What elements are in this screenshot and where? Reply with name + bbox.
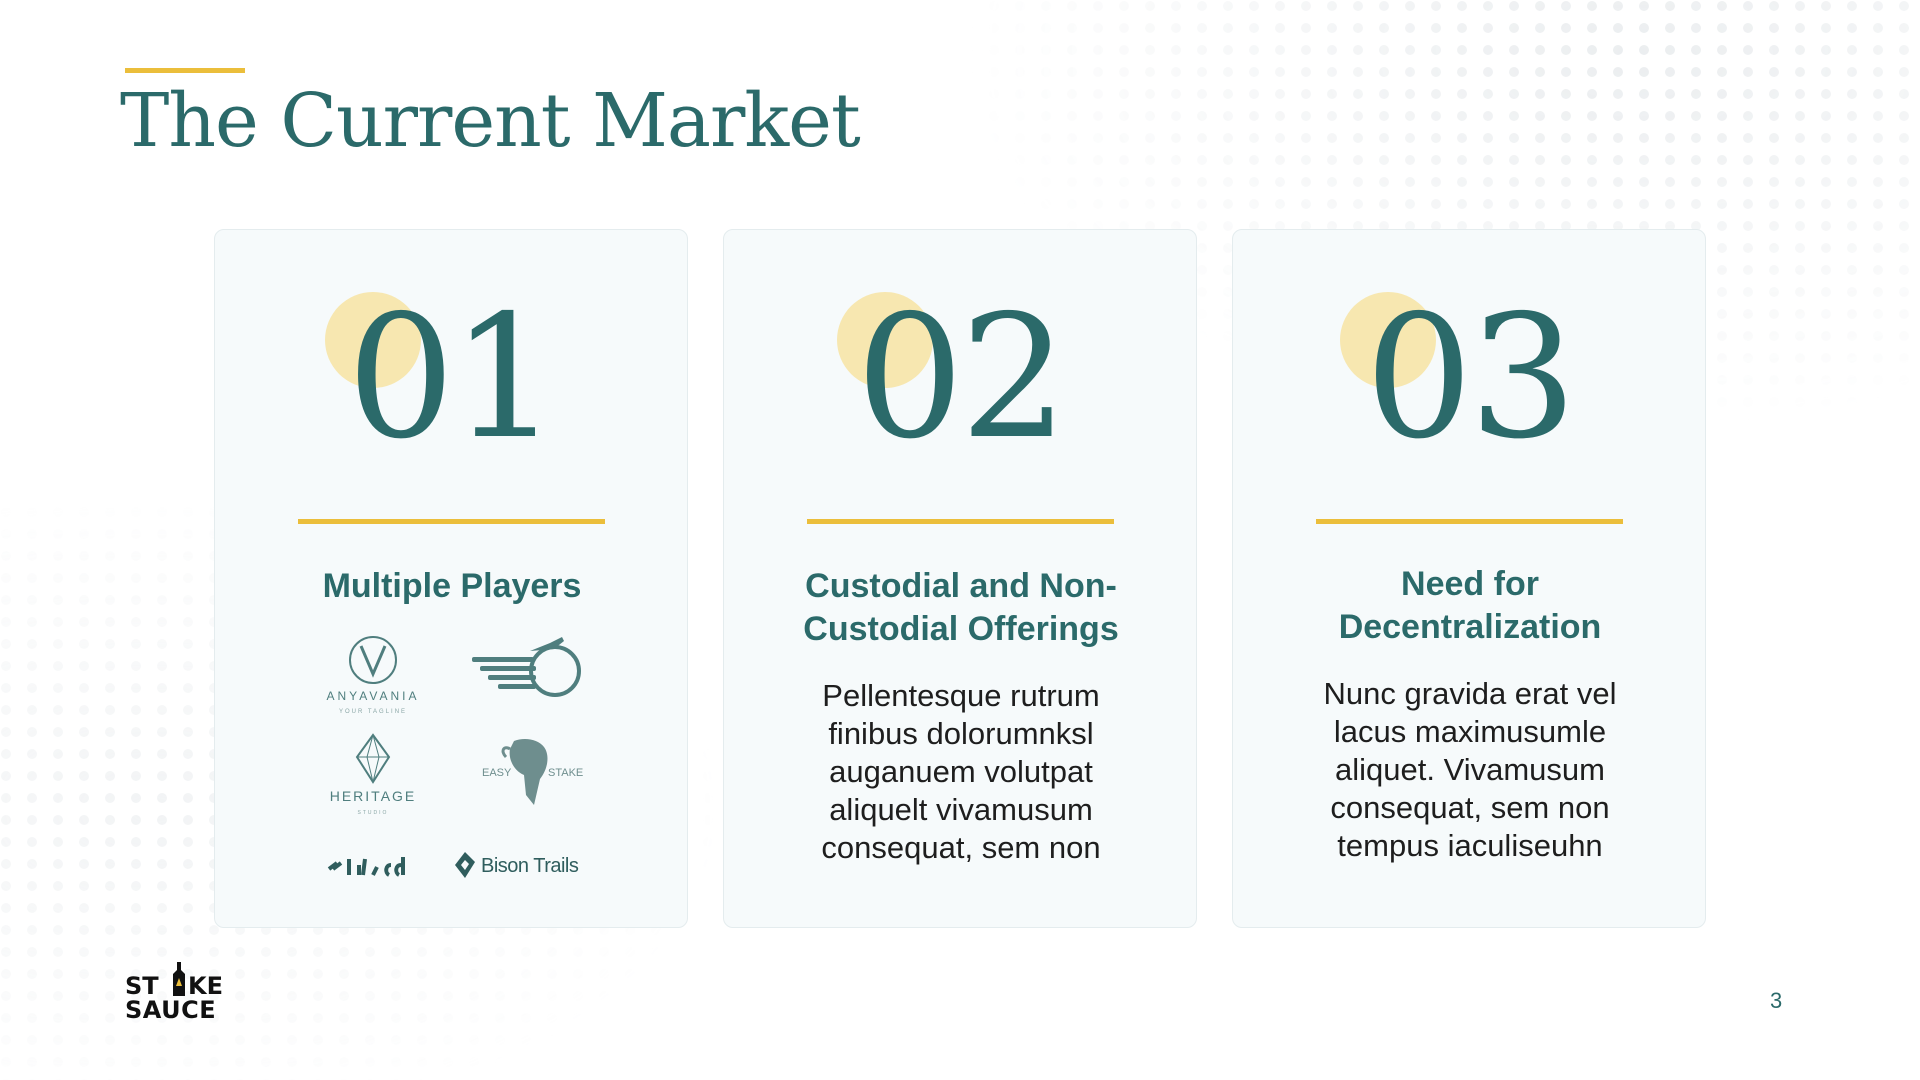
heritage-logo: HERITAGE STUDIO xyxy=(323,732,423,820)
card-accent-rule xyxy=(1316,519,1623,524)
card-number: 03 xyxy=(1364,279,1577,477)
speed-plane-logo xyxy=(470,633,585,703)
body-line: consequat, sem non xyxy=(1330,790,1610,825)
body-line: auganuem volutpat xyxy=(829,754,1093,789)
heritage-logo-name: HERITAGE xyxy=(330,788,417,804)
card-heading-line: Custodial Offerings xyxy=(803,610,1119,648)
title-accent-rule xyxy=(125,68,245,73)
card-heading: Need for Decentralization xyxy=(1263,563,1677,649)
body-line: consequat, sem non xyxy=(821,830,1101,865)
card-body-text: Pellentesque rutrum finibus dolorumnksl … xyxy=(754,677,1168,867)
card-heading: Custodial and Non- Custodial Offerings xyxy=(754,565,1168,651)
card-body-text: Nunc gravida erat vel lacus maximusumle … xyxy=(1263,675,1677,865)
bison-trails-logo-name: Bison Trails xyxy=(481,855,579,877)
card-custodial-offerings: 02 Custodial and Non- Custodial Offering… xyxy=(723,229,1197,928)
heritage-logo-tagline: STUDIO xyxy=(358,810,389,816)
card-heading-line: Decentralization xyxy=(1338,608,1602,646)
card-number: 01 xyxy=(346,279,559,477)
staked-logo xyxy=(325,847,420,881)
card-heading-line: Need for xyxy=(1401,565,1539,603)
page-number: 3 xyxy=(1770,988,1783,1013)
easy-stake-logo: EASY STAKE xyxy=(480,735,585,810)
body-line: aliquelt vivamusum xyxy=(829,792,1093,827)
easy-stake-logo-left: EASY xyxy=(482,767,512,779)
body-line: aliquet. Vivamusum xyxy=(1335,752,1605,787)
anyavania-logo-name: ANYAVANIA xyxy=(326,689,419,703)
body-line: finibus dolorumnksl xyxy=(828,716,1094,751)
body-line: Nunc gravida erat vel xyxy=(1323,676,1617,711)
page-title: The Current Market xyxy=(120,78,861,164)
body-line: tempus iaculiseuhn xyxy=(1337,828,1603,863)
card-need-for-decentralization: 03 Need for Decentralization Nunc gravid… xyxy=(1232,229,1706,928)
body-line: Pellentesque rutrum xyxy=(822,678,1100,713)
body-line: lacus maximusumle xyxy=(1333,714,1607,749)
card-multiple-players: 01 Multiple Players ANYAVANIA YOUR TAGLI… xyxy=(214,229,688,928)
card-accent-rule xyxy=(298,519,605,524)
anyavania-logo-tagline: YOUR TAGLINE xyxy=(339,709,407,715)
card-heading-line: Custodial and Non- xyxy=(805,567,1117,605)
card-number: 02 xyxy=(855,279,1068,477)
card-accent-rule xyxy=(807,519,1114,524)
brand-line2: SAUCE xyxy=(125,996,216,1022)
card-heading: Multiple Players xyxy=(322,567,582,605)
bison-trails-logo: Bison Trails xyxy=(451,848,586,882)
easy-stake-logo-right: STAKE xyxy=(548,767,583,779)
stake-sauce-logo: ST KE SAUCE xyxy=(123,958,238,1027)
anyavania-logo: ANYAVANIA YOUR TAGLINE xyxy=(323,634,423,722)
